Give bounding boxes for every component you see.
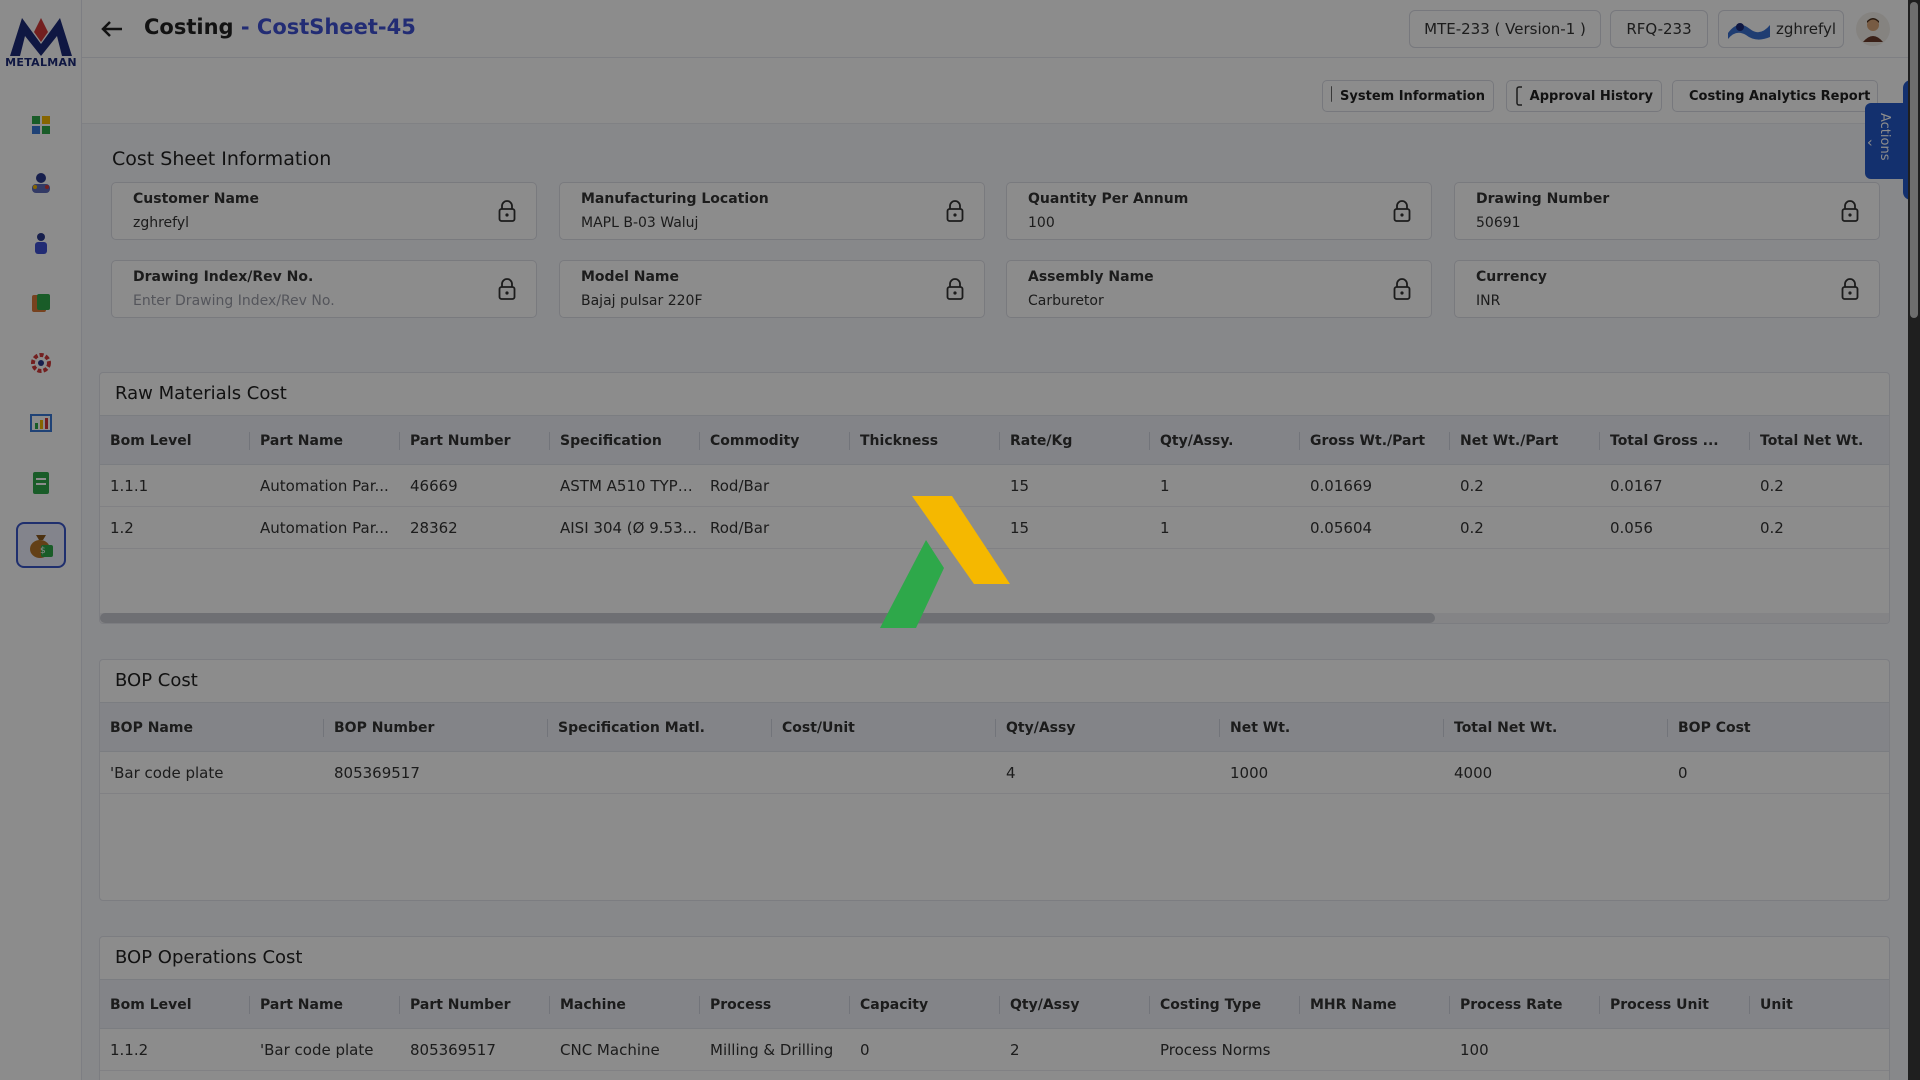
loader-green-stroke [880,540,944,628]
scrollbar-thumb[interactable] [1910,2,1918,318]
loading-spinner-icon [880,496,1010,628]
vertical-scrollbar[interactable] [1908,0,1920,1080]
